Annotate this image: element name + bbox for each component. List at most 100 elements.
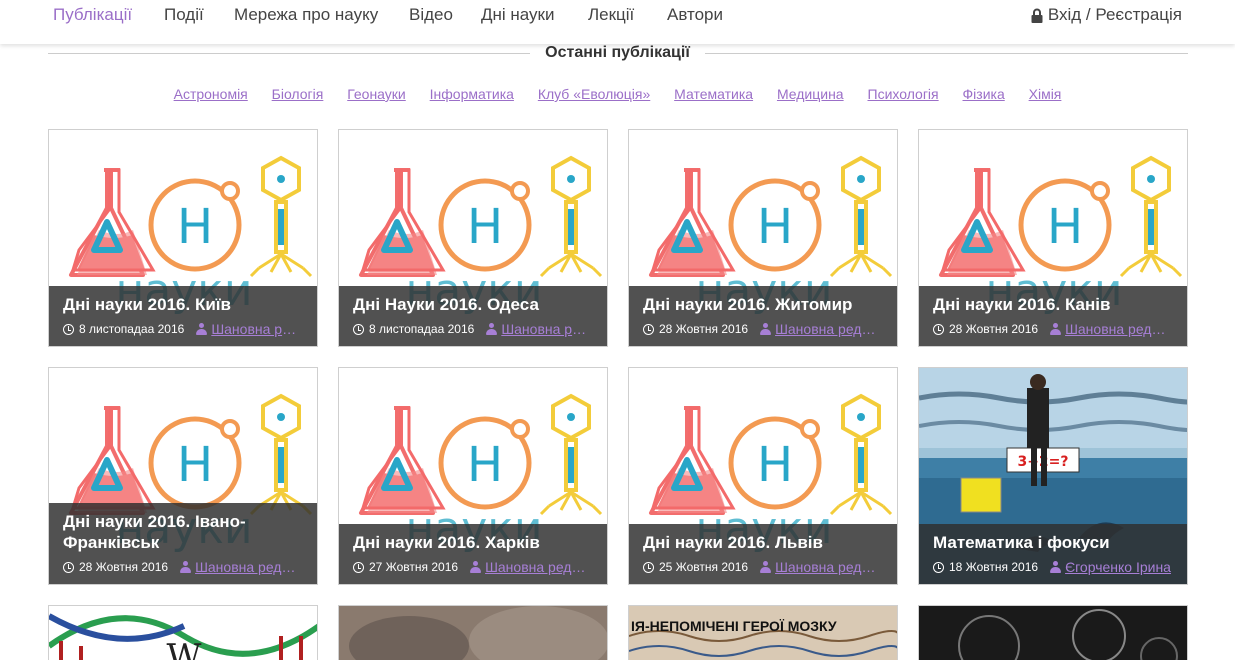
category-chemistry[interactable]: Хімія <box>1029 86 1062 102</box>
svg-text:Н: Н <box>467 437 503 493</box>
post-meta: 28 Жовтня 2016 Шановна редакція <box>643 321 883 337</box>
post-author-link[interactable]: Шановна редакція <box>195 559 303 575</box>
svg-text:Н: Н <box>757 437 793 493</box>
post-meta: 8 листопадаа 2016 Шановна редакція <box>63 321 303 337</box>
post-card[interactable]: W <box>48 605 318 660</box>
clock-icon <box>63 561 74 573</box>
nav-video[interactable]: Відео <box>409 5 453 25</box>
svg-text:Н: Н <box>177 437 213 493</box>
post-date: 28 Жовтня 2016 <box>949 322 1039 336</box>
category-geosciences[interactable]: Геонауки <box>347 86 406 102</box>
post-overlay: Дні науки 2016. Київ 8 листопадаа 2016 Шан… <box>49 286 317 346</box>
nav-science-network[interactable]: Мережа про науку <box>234 5 378 25</box>
user-icon <box>1050 323 1062 335</box>
post-card[interactable]: науки Н Дні науки 2016. Житомир28 Жовтня… <box>628 129 898 347</box>
post-date: 8 листопадаа 2016 <box>79 322 185 336</box>
post-author-link[interactable]: Єгорченко Ірина <box>1065 559 1171 575</box>
user-icon <box>486 323 498 335</box>
category-biology[interactable]: Біологія <box>272 86 324 102</box>
login-label: Вхід / Реєстрація <box>1047 5 1182 24</box>
category-mathematics[interactable]: Математика <box>674 86 753 102</box>
post-card[interactable] <box>918 605 1188 660</box>
post-author-link[interactable]: Шановна редакція <box>775 321 883 337</box>
post-photo[interactable] <box>339 606 607 660</box>
user-icon <box>1050 561 1062 573</box>
svg-text:Н: Н <box>757 199 793 255</box>
post-meta: 28 Жовтня 2016 Шановна редакція <box>63 559 303 575</box>
post-card[interactable]: науки Н Дні науки 2016. Львів25 Жовтня 2… <box>628 367 898 585</box>
post-author-link[interactable]: Шановна редакція <box>501 321 593 337</box>
post-author-link[interactable]: Шановна редакція <box>1065 321 1173 337</box>
nav-publications[interactable]: Публікації <box>53 5 132 25</box>
nav-events[interactable]: Події <box>164 5 204 25</box>
post-meta: 25 Жовтня 2016 Шановна редакція <box>643 559 883 575</box>
post-author-link[interactable]: Шановна редакція <box>485 559 593 575</box>
post-card[interactable]: науки Н Дні науки 2016. Івано-Франківськ… <box>48 367 318 585</box>
post-overlay: Дні науки 2016. Харків 27 Жовтня 2016 Шано… <box>339 524 607 584</box>
clock-icon <box>353 561 364 573</box>
post-overlay: Дні Науки 2016. Одеса 8 листопадаа 2016 Ша… <box>339 286 607 346</box>
section-title: Останні публікації <box>0 44 1235 62</box>
post-date: 18 Жовтня 2016 <box>949 560 1039 574</box>
category-links: Астрономія Біологія Геонауки Інформатика… <box>0 86 1235 102</box>
post-meta: 28 Жовтня 2016 Шановна редакція <box>933 321 1173 337</box>
post-meta: 18 Жовтня 2016 Єгорченко Ірина <box>933 559 1173 575</box>
lock-icon <box>1031 8 1043 23</box>
post-title[interactable]: Дні науки 2016. Київ <box>63 294 303 315</box>
post-overlay: Дні науки 2016. Івано-Франківськ 28 Жовтн… <box>49 503 317 584</box>
category-astronomy[interactable]: Астрономія <box>174 86 248 102</box>
post-date: 28 Жовтня 2016 <box>659 322 749 336</box>
svg-text:W: W <box>167 637 202 660</box>
user-icon <box>760 323 772 335</box>
post-title[interactable]: Математика і фокуси <box>933 532 1173 553</box>
login-register-link[interactable]: Вхід / Реєстрація <box>1031 5 1182 25</box>
category-medicine[interactable]: Медицина <box>777 86 844 102</box>
post-card[interactable]: науки Н Дні науки 2016. Канів28 Жовтня 2… <box>918 129 1188 347</box>
post-date: 8 листопадаа 2016 <box>369 322 475 336</box>
post-date: 28 Жовтня 2016 <box>79 560 169 574</box>
post-card[interactable]: ІЯ-НЕПОМІЧЕНІ ГЕРОЇ МОЗКУ <box>628 605 898 660</box>
user-icon <box>470 561 482 573</box>
post-card[interactable]: науки Н Дні науки 2016. Харків27 Жовтня … <box>338 367 608 585</box>
post-photo[interactable] <box>919 606 1187 660</box>
nav-science-days[interactable]: Дні науки <box>481 5 555 25</box>
nav-lectures[interactable]: Лекції <box>588 5 634 25</box>
category-psychology[interactable]: Психологія <box>868 86 939 102</box>
post-title[interactable]: Дні науки 2016. Івано-Франківськ <box>63 511 303 553</box>
post-title[interactable]: Дні науки 2016. Житомир <box>643 294 883 315</box>
post-overlay: Дні науки 2016. Львів 25 Жовтня 2016 Шанов… <box>629 524 897 584</box>
category-physics[interactable]: Фізика <box>963 86 1005 102</box>
post-meta: 27 Жовтня 2016 Шановна редакція <box>353 559 593 575</box>
clock-icon <box>933 561 944 573</box>
post-author-link[interactable]: Шановна редакція <box>775 559 883 575</box>
svg-text:Н: Н <box>467 199 503 255</box>
post-card[interactable] <box>338 605 608 660</box>
clock-icon <box>643 561 654 573</box>
nav-authors[interactable]: Автори <box>667 5 723 25</box>
post-overlay: Дні науки 2016. Житомир 28 Жовтня 2016 Шан… <box>629 286 897 346</box>
user-icon <box>196 323 208 335</box>
category-evolution-club[interactable]: Клуб «Еволюція» <box>538 86 650 102</box>
post-title[interactable]: Дні науки 2016. Харків <box>353 532 593 553</box>
post-card[interactable]: науки Н Дні Науки 2016. Одеса8 листопада… <box>338 129 608 347</box>
post-author-link[interactable]: Шановна редакція <box>211 321 303 337</box>
post-card[interactable]: науки Н Дні науки 2016. Київ8 листопадаа… <box>48 129 318 347</box>
post-date: 27 Жовтня 2016 <box>369 560 459 574</box>
post-photo[interactable]: W <box>49 606 317 660</box>
clock-icon <box>63 323 74 335</box>
clock-icon <box>353 323 364 335</box>
clock-icon <box>643 323 654 335</box>
post-title[interactable]: Дні науки 2016. Канів <box>933 294 1173 315</box>
svg-text:Н: Н <box>1047 199 1083 255</box>
clock-icon <box>933 323 944 335</box>
post-image-caption: ІЯ-НЕПОМІЧЕНІ ГЕРОЇ МОЗКУ <box>631 618 837 634</box>
svg-text:Н: Н <box>177 199 213 255</box>
top-navbar: Публікації Події Мережа про науку Відео … <box>0 0 1235 44</box>
post-card[interactable]: 3+2=? Математика і фокуси18 Жовтня 2016Є… <box>918 367 1188 585</box>
post-title[interactable]: Дні науки 2016. Львів <box>643 532 883 553</box>
post-title[interactable]: Дні Науки 2016. Одеса <box>353 294 593 315</box>
post-meta: 8 листопадаа 2016 Шановна редакція <box>353 321 593 337</box>
category-informatics[interactable]: Інформатика <box>430 86 514 102</box>
post-overlay: Дні науки 2016. Канів 28 Жовтня 2016 Шанов… <box>919 286 1187 346</box>
post-overlay: Математика і фокуси 18 Жовтня 2016 Єгорчен… <box>919 524 1187 584</box>
